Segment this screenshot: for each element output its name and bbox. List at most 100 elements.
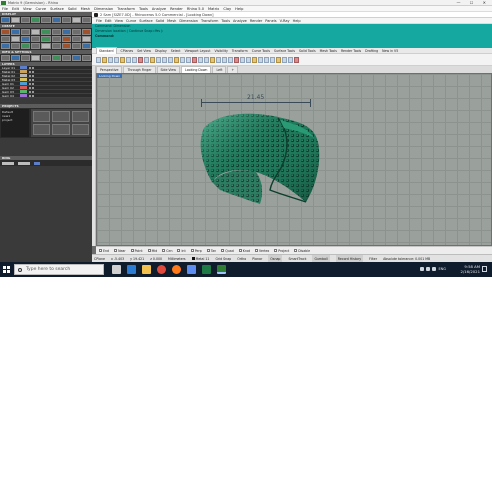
redo-icon[interactable] [144, 57, 149, 63]
thumbnail[interactable] [52, 124, 70, 135]
rhino-menu-item[interactable]: Surface [139, 18, 152, 24]
shaded-view-icon[interactable] [1, 17, 11, 23]
help-icon[interactable] [294, 57, 299, 63]
thumbnail[interactable] [71, 111, 89, 122]
mirror-icon[interactable] [31, 36, 41, 42]
shank-icon[interactable] [31, 29, 41, 35]
sun-icon[interactable] [282, 57, 287, 63]
outer-menu-item[interactable]: Clay [223, 6, 231, 12]
eye-icon[interactable] [32, 74, 34, 77]
lock-icon[interactable] [29, 86, 31, 89]
chrome-icon[interactable] [157, 265, 166, 274]
render-icon[interactable] [264, 57, 269, 63]
checkbox[interactable] [114, 249, 118, 252]
weight-icon[interactable] [11, 55, 21, 61]
pan-icon[interactable] [71, 17, 81, 23]
toolbar-tab[interactable]: New in V5 [382, 48, 398, 54]
hole-icon[interactable] [71, 43, 81, 49]
layer-color-swatch[interactable] [20, 82, 27, 85]
rotate-icon[interactable] [81, 17, 91, 23]
layer-color-swatch[interactable] [20, 94, 27, 97]
checkbox[interactable] [130, 249, 134, 252]
lock-icon[interactable] [29, 90, 31, 93]
outer-menu-item[interactable]: Solid [68, 6, 77, 12]
lock-icon[interactable] [29, 78, 31, 81]
outer-menu-item[interactable]: File [2, 6, 8, 12]
layer-color-swatch[interactable] [20, 66, 27, 69]
checkbox[interactable] [99, 249, 102, 252]
mail-icon[interactable] [187, 265, 196, 274]
rhino-menu-item[interactable]: Curve [126, 18, 136, 24]
checkbox[interactable] [221, 249, 225, 252]
camera-icon[interactable] [51, 17, 61, 23]
rhino-menu-item[interactable]: Transform [201, 18, 218, 24]
toolbar-tab[interactable]: Drafting [365, 48, 378, 54]
thumbnail[interactable] [33, 124, 51, 135]
checkbox[interactable] [274, 249, 278, 252]
lights-icon[interactable] [276, 57, 281, 63]
solid-icon[interactable] [1, 36, 11, 42]
select-icon[interactable] [198, 57, 203, 63]
zoom-extents-icon[interactable] [174, 57, 179, 63]
project-item[interactable]: project [2, 118, 28, 122]
bend-icon[interactable] [61, 36, 71, 42]
paste-icon[interactable] [132, 57, 137, 63]
text-icon[interactable] [11, 36, 21, 42]
rhino-menu-item[interactable]: Edit [105, 18, 112, 24]
bail-icon[interactable] [11, 43, 21, 49]
lock-icon[interactable] [222, 57, 227, 63]
thumbnail[interactable] [52, 111, 70, 122]
toolbar-tab[interactable]: Visibility [215, 48, 228, 54]
checkbox[interactable] [162, 249, 166, 252]
outer-menu-item[interactable]: Tools [139, 6, 148, 12]
rhino-menu-item[interactable]: Solid [156, 18, 165, 24]
lock-icon[interactable] [29, 94, 31, 97]
zoom-icon[interactable] [162, 57, 167, 63]
open-file-icon[interactable] [102, 57, 107, 63]
copy-icon[interactable] [126, 57, 131, 63]
layer-color-swatch[interactable] [20, 90, 27, 93]
cutter-icon[interactable] [61, 43, 71, 49]
ring-profile-field[interactable] [18, 161, 30, 165]
outer-menu-item[interactable]: Analyze [152, 6, 166, 12]
volume-icon[interactable] [426, 267, 430, 271]
command-prompt[interactable]: Command: [92, 34, 492, 39]
checkbox[interactable] [238, 249, 242, 252]
layer-color-swatch[interactable] [20, 70, 27, 73]
toolbar-tab[interactable]: Set View [137, 48, 151, 54]
toolbar-tab[interactable]: CPlanes [121, 48, 134, 54]
four-viewports-icon[interactable] [192, 57, 197, 63]
outer-menu-item[interactable]: Matrix [208, 6, 219, 12]
checkbox[interactable] [206, 249, 210, 252]
taskbar-search-box[interactable]: Type here to search [14, 264, 104, 275]
firefox-icon[interactable] [172, 265, 181, 274]
rhino-menu-item[interactable]: File [96, 18, 102, 24]
rhino-menu-item[interactable]: Tools [221, 18, 230, 24]
zoom-icon[interactable] [61, 17, 71, 23]
surface-icon[interactable] [81, 29, 91, 35]
rhino-menu-item[interactable]: Analyze [233, 18, 247, 24]
outer-menu-item[interactable]: Surface [50, 6, 64, 12]
network-icon[interactable] [420, 267, 424, 271]
eye-icon[interactable] [32, 86, 34, 89]
gauge-icon[interactable] [1, 43, 11, 49]
rendered-view-icon[interactable] [31, 17, 41, 23]
measure-icon[interactable] [1, 55, 11, 61]
toolbar-tab[interactable]: Select [171, 48, 181, 54]
outer-menu-item[interactable]: Curve [36, 6, 47, 12]
pendant-icon[interactable] [31, 43, 41, 49]
snap-icon[interactable] [61, 55, 71, 61]
ring-model[interactable] [190, 108, 330, 208]
cplane-icon[interactable] [204, 57, 209, 63]
outer-menu-item[interactable]: View [23, 6, 32, 12]
earring-icon[interactable] [21, 43, 31, 49]
shaded-icon[interactable] [252, 57, 257, 63]
ring-size-field[interactable] [2, 161, 14, 165]
task-view-icon[interactable] [112, 265, 121, 274]
twist-icon[interactable] [71, 36, 81, 42]
toolbar-tab[interactable]: Render Tools [341, 48, 361, 54]
eye-icon[interactable] [32, 82, 34, 85]
rhino-menu-item[interactable]: View [115, 18, 123, 24]
toolbar-tab[interactable]: Viewport Layout [185, 48, 211, 54]
outer-menu-item[interactable]: Edit [12, 6, 19, 12]
